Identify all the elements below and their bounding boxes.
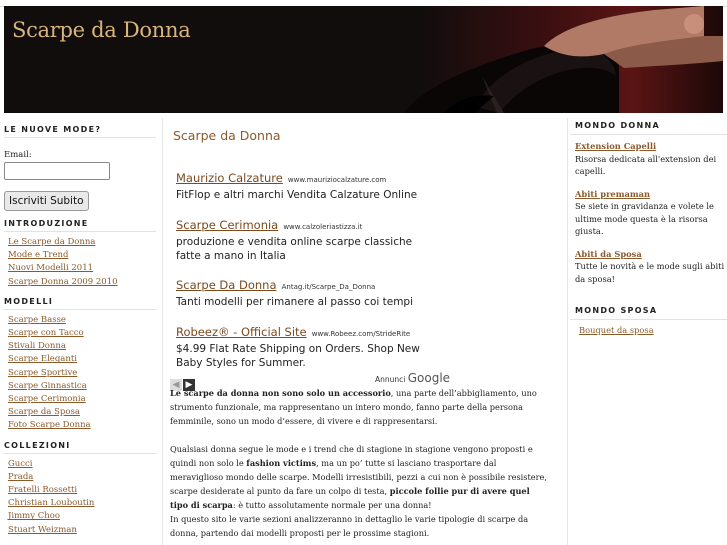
model-link[interactable]: Scarpe Sportive <box>8 368 77 378</box>
list-item[interactable]: Scarpe da Sposa <box>8 406 156 419</box>
list-item[interactable]: Christian Louboutin <box>8 497 156 510</box>
list-item[interactable]: Scarpe con Tacco <box>8 327 156 340</box>
models-list: Scarpe Basse Scarpe con Tacco Stivali Do… <box>8 314 156 433</box>
ad-block[interactable]: Scarpe Da Donna Antag.it/Scarpe_Da_Donna… <box>176 274 436 309</box>
ad-text: produzione e vendita online scarpe class… <box>176 236 413 262</box>
intro-link[interactable]: Nuovi Modelli 2011 <box>8 263 93 273</box>
ad-url[interactable]: www.mauriziocalzature.com <box>288 176 386 184</box>
list-item[interactable]: Scarpe Ginnastica <box>8 380 156 393</box>
ad-text: FitFlop e altri marchi Vendita Calzature… <box>176 189 418 201</box>
collection-link[interactable]: Stuart Weizman <box>8 525 77 535</box>
list-item[interactable]: Mode e Trend <box>8 249 156 262</box>
mondo-sposa-heading: MONDO SPOSA <box>570 303 727 320</box>
right-sidebar: MONDO DONNA Extension Capelli Risorsa de… <box>570 118 727 335</box>
list-item[interactable]: Scarpe Basse <box>8 314 156 327</box>
list-item[interactable]: Stuart Weizman <box>8 524 156 537</box>
list-item[interactable]: Nuovi Modelli 2011 <box>8 262 156 275</box>
model-link[interactable]: Scarpe con Tacco <box>8 328 84 338</box>
collection-link[interactable]: Christian Louboutin <box>8 498 94 508</box>
resource-link[interactable]: Extension Capelli <box>575 141 656 151</box>
mondo-donna-heading: MONDO DONNA <box>570 118 727 135</box>
ad-title-link[interactable]: Maurizio Calzature <box>176 171 283 185</box>
model-link[interactable]: Scarpe da Sposa <box>8 407 80 417</box>
paragraph: Qualsiasi donna segue le mode e i trend … <box>170 442 550 540</box>
list-item[interactable]: Stivali Donna <box>8 340 156 353</box>
models-heading: MODELLI <box>4 297 156 310</box>
list-item[interactable]: Scarpe Eleganti <box>8 353 156 366</box>
resource-item: Abiti da Sposa Tutte le novità e le mode… <box>570 248 727 286</box>
google-logo: Google <box>407 371 451 385</box>
ad-block[interactable]: Scarpe Cerimonia www.calzoleriastizza.it… <box>176 214 436 263</box>
collections-heading: COLLEZIONI <box>4 441 156 454</box>
resource-item: Abiti premaman Se siete in gravidanza e … <box>570 188 727 238</box>
header-banner: Scarpe da Donna <box>4 6 723 113</box>
bold-text: Le scarpe da donna non sono solo un acce… <box>170 388 391 398</box>
sposa-link[interactable]: Bouquet da sposa <box>579 325 654 335</box>
ads-by-google[interactable]: Annunci Google <box>375 371 450 385</box>
ad-title-link[interactable]: Scarpe Da Donna <box>176 278 277 292</box>
model-link[interactable]: Scarpe Eleganti <box>8 354 77 364</box>
list-item[interactable]: Scarpe Cerimonia <box>8 393 156 406</box>
resource-link[interactable]: Abiti da Sposa <box>575 249 642 259</box>
newsletter-heading: LE NUOVE MODE? <box>4 125 156 138</box>
list-item[interactable]: Scarpe Donna 2009 2010 <box>8 276 156 289</box>
resource-desc: Risorsa dedicata all'extension dei capel… <box>575 153 717 177</box>
model-link[interactable]: Scarpe Ginnastica <box>8 381 87 391</box>
subscribe-button[interactable]: Iscriviti Subito <box>4 191 89 211</box>
sposa-list: Bouquet da sposa <box>570 325 727 335</box>
list-item[interactable]: Prada <box>8 471 156 484</box>
ad-url[interactable]: www.Robeez.com/StrideRite <box>312 330 410 338</box>
ad-url[interactable]: Antag.it/Scarpe_Da_Donna <box>282 283 376 291</box>
model-link[interactable]: Scarpe Cerimonia <box>8 394 86 404</box>
collection-link[interactable]: Gucci <box>8 459 33 469</box>
collection-link[interactable]: Fratelli Rossetti <box>8 485 77 495</box>
intro-link[interactable]: Scarpe Donna 2009 2010 <box>8 277 118 287</box>
list-item[interactable]: Le Scarpe da Donna <box>8 236 156 249</box>
list-item[interactable]: Gucci <box>8 458 156 471</box>
main-content: Scarpe da Donna Maurizio Calzature www.m… <box>162 118 568 545</box>
resource-desc: Tutte le novità e le mode sugli abiti da… <box>575 261 725 284</box>
ad-text: Tanti modelli per rimanere al passo coi … <box>176 296 414 308</box>
paragraph-text: : è tutto assolutamente normale per una … <box>232 500 432 510</box>
list-item[interactable]: Foto Scarpe Donna <box>8 419 156 432</box>
model-link[interactable]: Scarpe Basse <box>8 315 66 325</box>
left-sidebar: LE NUOVE MODE? Email: Iscriviti Subito I… <box>4 125 156 545</box>
intro-link[interactable]: Mode e Trend <box>8 250 68 260</box>
list-item[interactable]: Scarpe Sportive <box>8 367 156 380</box>
page-title: Scarpe da Donna <box>173 128 281 143</box>
list-item[interactable]: Fratelli Rossetti <box>8 484 156 497</box>
list-item[interactable]: Jimmy Choo <box>8 510 156 523</box>
collection-link[interactable]: Prada <box>8 472 33 482</box>
intro-heading: INTRODUZIONE <box>4 219 156 232</box>
email-field[interactable] <box>4 162 110 180</box>
ad-title-link[interactable]: Robeez® - Official Site <box>176 325 307 339</box>
intro-list: Le Scarpe da Donna Mode e Trend Nuovi Mo… <box>8 236 156 289</box>
paragraph: Le scarpe da donna non sono solo un acce… <box>170 386 550 428</box>
ad-url[interactable]: www.calzoleriastizza.it <box>283 223 362 231</box>
collection-link[interactable]: Jimmy Choo <box>8 511 60 521</box>
resource-desc: Se siete in gravidanza e volete le ultim… <box>575 201 714 236</box>
resource-item: Extension Capelli Risorsa dedicata all'e… <box>570 140 727 178</box>
ad-block[interactable]: Robeez® - Official Site www.Robeez.com/S… <box>176 321 436 370</box>
article-body: Le scarpe da donna non sono solo un acce… <box>170 386 550 540</box>
ad-title-link[interactable]: Scarpe Cerimonia <box>176 218 278 232</box>
site-title[interactable]: Scarpe da Donna <box>12 18 191 42</box>
ads-by-prefix: Annunci <box>375 375 406 384</box>
collections-list: Gucci Prada Fratelli Rossetti Christian … <box>8 458 156 537</box>
email-label: Email: <box>4 150 32 160</box>
ad-block[interactable]: Maurizio Calzature www.mauriziocalzature… <box>176 167 436 202</box>
model-link[interactable]: Foto Scarpe Donna <box>8 420 91 430</box>
model-link[interactable]: Stivali Donna <box>8 341 66 351</box>
intro-link[interactable]: Le Scarpe da Donna <box>8 237 95 247</box>
resource-link[interactable]: Abiti premaman <box>575 189 650 199</box>
paragraph-text: In questo sito le varie sezioni analizze… <box>170 514 529 538</box>
ad-text: $4.99 Flat Rate Shipping on Orders. Shop… <box>176 343 420 369</box>
bold-text: fashion victims <box>246 458 317 468</box>
